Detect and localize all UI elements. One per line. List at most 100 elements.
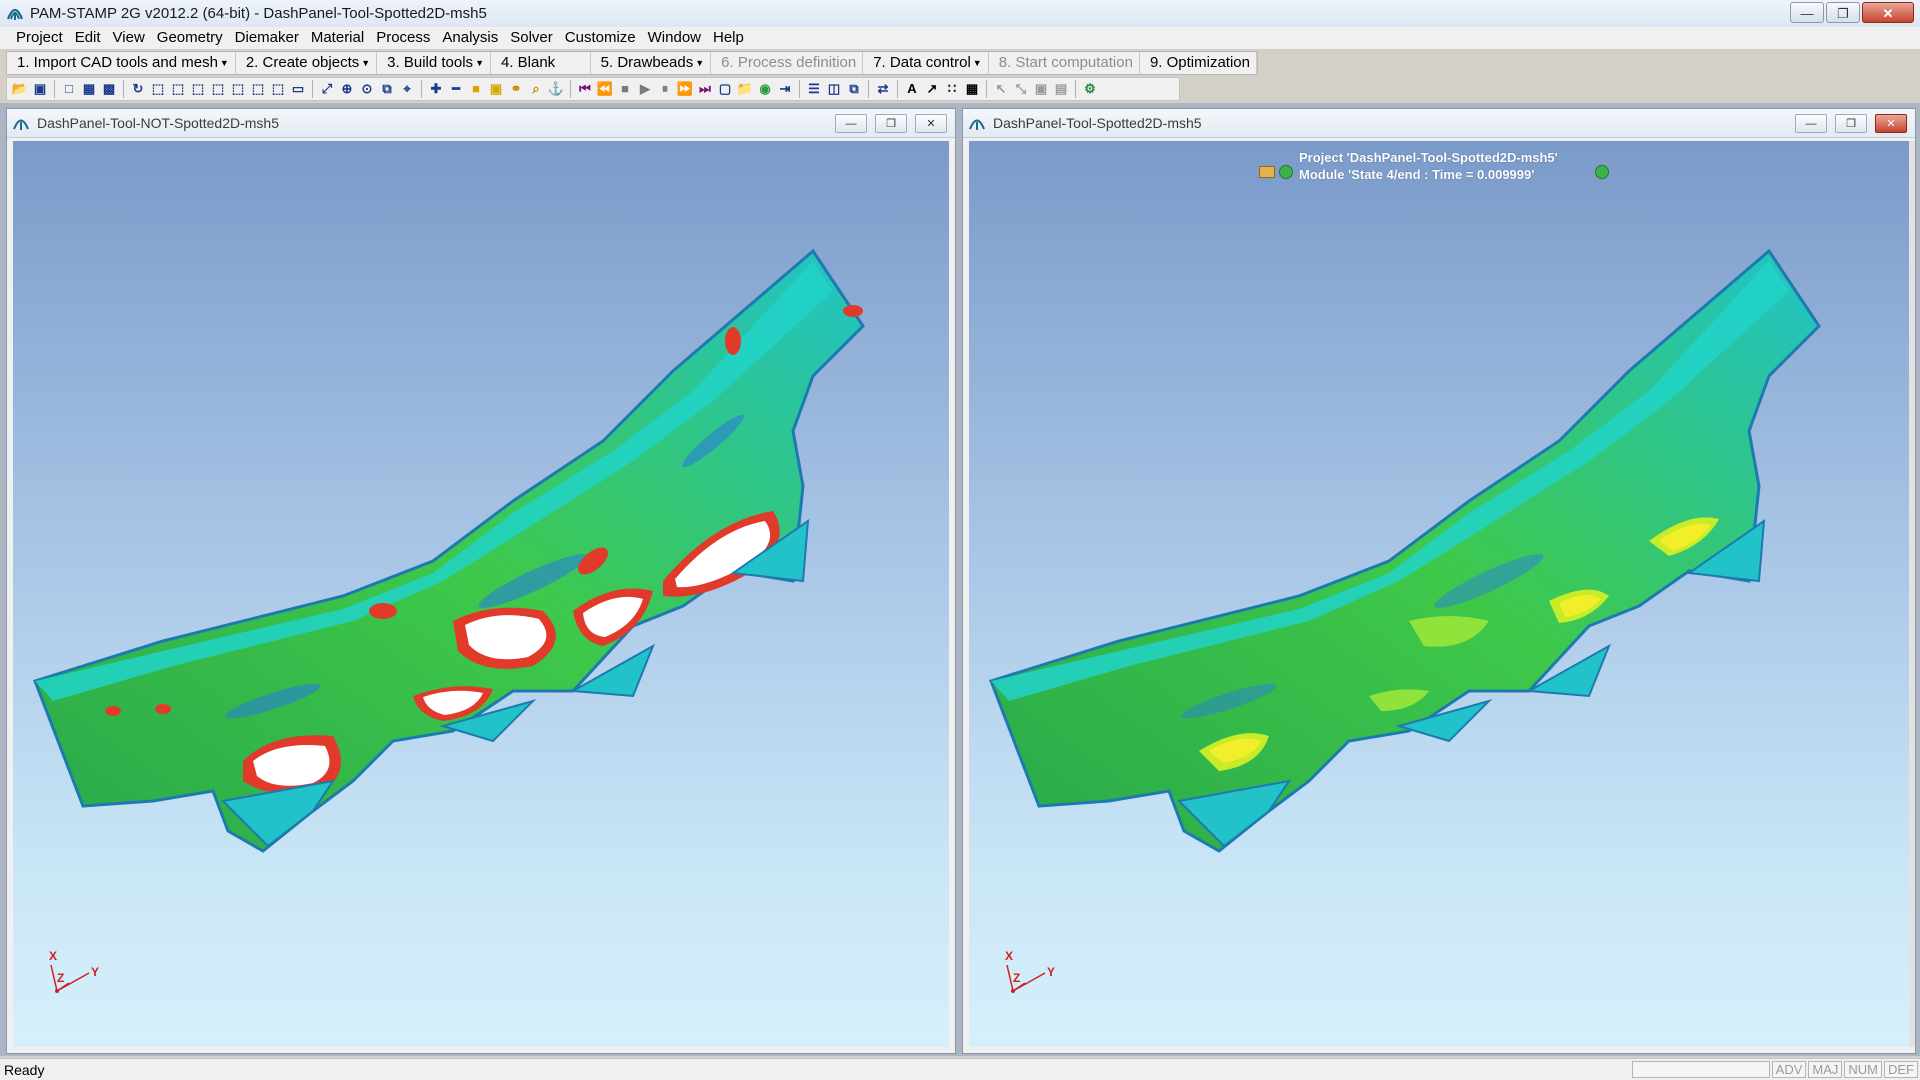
pause-icon[interactable]: ⏸: [656, 80, 674, 98]
arrow-annotation-icon[interactable]: ↗: [923, 80, 941, 98]
left-view-title: DashPanel-Tool-NOT-Spotted2D-msh5: [37, 115, 279, 131]
node-info-icon[interactable]: ∷: [943, 80, 961, 98]
menu-analysis[interactable]: Analysis: [436, 27, 504, 49]
step-create-objects-button[interactable]: 2. Create objects ▼: [236, 52, 378, 74]
stop-icon[interactable]: ■: [616, 80, 634, 98]
link-icon[interactable]: ⚭: [507, 80, 525, 98]
right-view-titlebar[interactable]: DashPanel-Tool-Spotted2D-msh5 — ❐ ✕: [963, 109, 1915, 138]
step-start-computation-button[interactable]: 8. Start computation: [989, 52, 1140, 74]
left-view-titlebar[interactable]: DashPanel-Tool-NOT-Spotted2D-msh5 — ❐ ✕: [7, 109, 955, 138]
pick-icon[interactable]: ↖: [992, 80, 1010, 98]
right-view-minimize-button[interactable]: —: [1795, 114, 1827, 133]
right-view-title: DashPanel-Tool-Spotted2D-msh5: [993, 115, 1202, 131]
run-script-icon[interactable]: ⚙: [1081, 80, 1099, 98]
anchor-icon[interactable]: ⚓: [547, 80, 565, 98]
menu-edit[interactable]: Edit: [69, 27, 107, 49]
split-horizontal-icon[interactable]: ☰: [805, 80, 823, 98]
menu-project[interactable]: Project: [10, 27, 69, 49]
menu-help[interactable]: Help: [707, 27, 750, 49]
view-frame-icon[interactable]: □: [60, 80, 78, 98]
previous-state-icon[interactable]: ⏪: [596, 80, 614, 98]
zoom-fit-icon[interactable]: ⊙: [358, 80, 376, 98]
view-zx-icon[interactable]: ⬚: [209, 80, 227, 98]
menu-material[interactable]: Material: [305, 27, 370, 49]
view-yz-icon[interactable]: ⬚: [189, 80, 207, 98]
pick-multi-icon[interactable]: ⤡: [1012, 80, 1030, 98]
zoom-window-icon[interactable]: ⤢: [318, 80, 336, 98]
left-view-restore-button[interactable]: ❐: [875, 114, 907, 133]
restore-icon: ❐: [886, 118, 896, 130]
step-drawbeads-button[interactable]: 5. Drawbeads ▼: [591, 52, 712, 74]
folder-icon[interactable]: 📁: [736, 80, 754, 98]
open-icon[interactable]: 📂: [11, 80, 29, 98]
view-iso-icon[interactable]: ⬚: [269, 80, 287, 98]
table-icon[interactable]: ▦: [963, 80, 981, 98]
step-build-tools-button[interactable]: 3. Build tools ▼: [377, 52, 491, 74]
view-yx-icon[interactable]: ⬚: [249, 80, 267, 98]
next-state-icon[interactable]: ⏩: [676, 80, 694, 98]
menu-diemaker[interactable]: Diemaker: [229, 27, 305, 49]
last-state-icon[interactable]: ⏭: [696, 80, 714, 98]
window-title: PAM-STAMP 2G v2012.2 (64-bit) - DashPane…: [30, 5, 487, 22]
search-object-icon[interactable]: ⌕: [527, 80, 545, 98]
step-process-definition-button[interactable]: 6. Process definition: [711, 52, 864, 74]
restore-button[interactable]: ❐: [1826, 2, 1860, 23]
right-view-close-button[interactable]: ✕: [1875, 114, 1907, 133]
color-map-icon[interactable]: ◉: [756, 80, 774, 98]
grid-icon[interactable]: ▦: [80, 80, 98, 98]
menu-view[interactable]: View: [107, 27, 151, 49]
add-icon[interactable]: ✚: [427, 80, 445, 98]
minimize-button[interactable]: —: [1790, 2, 1824, 23]
split-vertical-icon[interactable]: ◫: [825, 80, 843, 98]
surface-icon[interactable]: ■: [467, 80, 485, 98]
step-optimization-button[interactable]: 9. Optimization: [1140, 52, 1257, 74]
right-3d-viewport[interactable]: Project 'DashPanel-Tool-Spotted2D-msh5' …: [969, 141, 1909, 1047]
text-icon[interactable]: A: [903, 80, 921, 98]
view-xy-icon[interactable]: ⬚: [169, 80, 187, 98]
process-toolbar: 1. Import CAD tools and mesh ▼ 2. Create …: [6, 51, 1258, 75]
frame-icon[interactable]: ▢: [716, 80, 734, 98]
left-view-controls: — ❐ ✕: [835, 114, 947, 133]
zoom-in-icon[interactable]: ⊕: [338, 80, 356, 98]
app-logo-icon: [6, 8, 24, 20]
play-icon[interactable]: ▶: [636, 80, 654, 98]
toolbar-separator: [570, 80, 571, 98]
right-view-restore-button[interactable]: ❐: [1835, 114, 1867, 133]
step-blank-button[interactable]: 4. Blank: [491, 52, 591, 74]
view-xz-icon[interactable]: ⬚: [149, 80, 167, 98]
right-axis-triad: X Z Y: [999, 949, 1059, 999]
toolbar-separator: [123, 80, 124, 98]
step-data-control-button[interactable]: 7. Data control ▼: [863, 52, 989, 74]
status-indicators: ADV MAJ NUM DEF: [1631, 1061, 1918, 1078]
cascade-icon[interactable]: ⧉: [845, 80, 863, 98]
menu-customize[interactable]: Customize: [559, 27, 642, 49]
rotate-view-icon[interactable]: ↻: [129, 80, 147, 98]
left-view-minimize-button[interactable]: —: [835, 114, 867, 133]
right-view-controls: — ❐ ✕: [1795, 114, 1907, 133]
left-view-close-button[interactable]: ✕: [915, 114, 947, 133]
save-icon[interactable]: ▣: [31, 80, 49, 98]
menu-process[interactable]: Process: [370, 27, 436, 49]
menu-solver[interactable]: Solver: [504, 27, 559, 49]
view-zy-icon[interactable]: ⬚: [229, 80, 247, 98]
pick-box-icon[interactable]: ▣: [1032, 80, 1050, 98]
close-icon: ✕: [1886, 118, 1896, 130]
menu-geometry[interactable]: Geometry: [151, 27, 229, 49]
remove-icon[interactable]: ━: [447, 80, 465, 98]
view-window-icon[interactable]: ▭: [289, 80, 307, 98]
surface-multi-icon[interactable]: ▣: [487, 80, 505, 98]
first-state-icon[interactable]: ⏮: [576, 80, 594, 98]
left-3d-viewport[interactable]: X Z Y: [13, 141, 949, 1047]
pick-area-icon[interactable]: ▤: [1052, 80, 1070, 98]
menu-window[interactable]: Window: [642, 27, 707, 49]
right-view-scrollbar[interactable]: [1909, 141, 1915, 1047]
zoom-box-icon[interactable]: ⧉: [378, 80, 396, 98]
center-icon[interactable]: ⌖: [398, 80, 416, 98]
step-import-cad-button[interactable]: 1. Import CAD tools and mesh ▼: [7, 52, 236, 74]
close-icon: ✕: [926, 118, 936, 130]
export-icon[interactable]: ⇥: [776, 80, 794, 98]
panel-body: [989, 248, 1821, 853]
close-button[interactable]: ✕: [1862, 2, 1914, 23]
mesh-icon[interactable]: ▩: [100, 80, 118, 98]
sync-views-icon[interactable]: ⇄: [874, 80, 892, 98]
